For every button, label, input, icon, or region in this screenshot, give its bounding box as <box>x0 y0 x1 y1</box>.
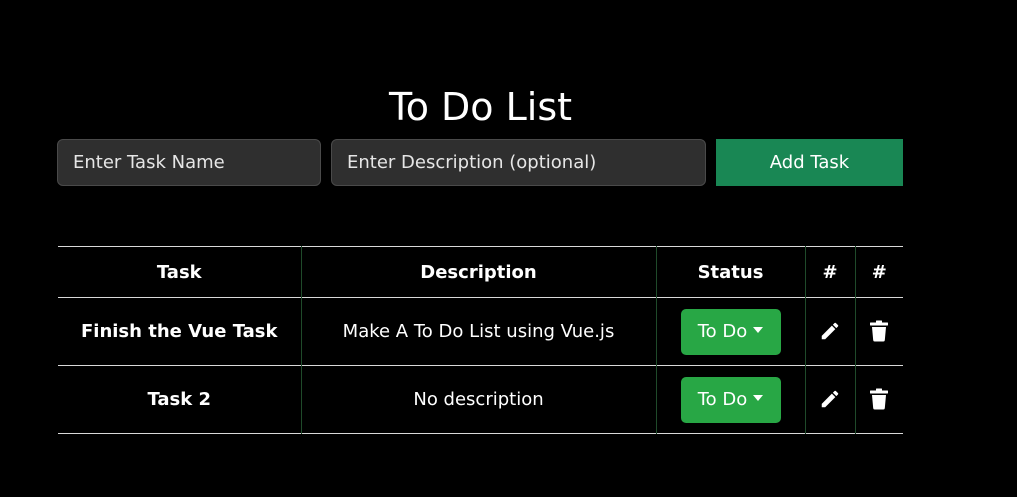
edit-cell <box>804 297 856 366</box>
edit-cell <box>804 365 856 434</box>
task-description-cell: Make A To Do List using Vue.js <box>300 297 657 366</box>
task-description-cell: No description <box>300 365 657 434</box>
delete-cell <box>854 297 903 366</box>
task-status-cell: To Do <box>655 365 806 434</box>
table-row: Task 2 No description To Do <box>58 365 903 434</box>
todo-app: To Do List Add Task Task Description Sta… <box>0 0 1017 497</box>
trash-icon[interactable] <box>864 316 894 346</box>
task-status-cell: To Do <box>655 297 806 366</box>
delete-cell <box>854 365 903 434</box>
column-header-status: Status <box>655 246 806 298</box>
caret-down-icon <box>753 394 764 401</box>
status-dropdown-button[interactable]: To Do <box>680 376 781 423</box>
status-label: To Do <box>697 389 748 410</box>
task-name-input[interactable] <box>57 139 321 186</box>
status-dropdown-button[interactable]: To Do <box>680 308 781 355</box>
pencil-icon[interactable] <box>815 384 845 414</box>
task-description-input[interactable] <box>331 139 706 186</box>
caret-down-icon <box>753 326 764 333</box>
table-header-row: Task Description Status # # <box>58 246 903 298</box>
table-row: Finish the Vue Task Make A To Do List us… <box>58 297 903 366</box>
column-header-delete: # <box>854 246 903 298</box>
column-header-edit: # <box>804 246 856 298</box>
column-header-description: Description <box>300 246 657 298</box>
task-table: Task Description Status # # Finish the V… <box>58 246 903 434</box>
add-task-button[interactable]: Add Task <box>716 139 903 186</box>
pencil-icon[interactable] <box>815 316 845 346</box>
column-header-task: Task <box>58 246 302 298</box>
task-name-cell: Finish the Vue Task <box>58 297 302 366</box>
page-title: To Do List <box>388 85 573 129</box>
status-label: To Do <box>697 321 748 342</box>
task-name-cell: Task 2 <box>58 365 302 434</box>
trash-icon[interactable] <box>864 384 894 414</box>
